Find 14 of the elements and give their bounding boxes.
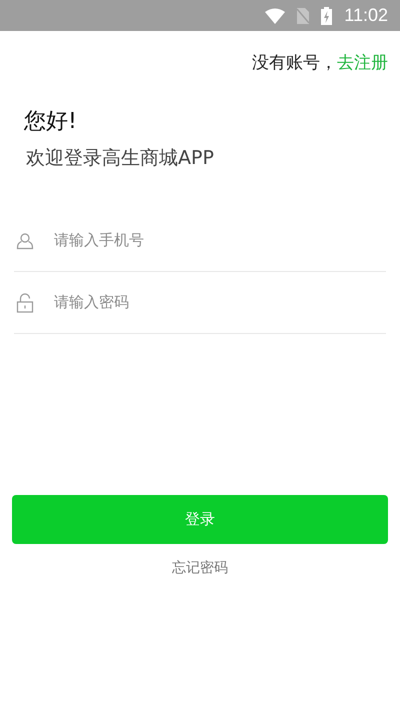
input-field[interactable]: 请输入手机号 xyxy=(54,229,386,252)
input-field[interactable]: 请输入密码 xyxy=(54,291,386,314)
greeting-title: 您好! xyxy=(24,108,78,136)
user-icon xyxy=(16,232,34,250)
battery-charging-icon xyxy=(321,6,332,24)
lock-icon xyxy=(16,292,34,312)
forgot-password-link[interactable]: 忘记密码 xyxy=(172,558,228,579)
status-time: 11:02 xyxy=(344,4,388,27)
no-sim-icon xyxy=(297,8,310,24)
login-button[interactable]: 登录 xyxy=(12,495,388,544)
wifi-icon xyxy=(265,8,286,24)
register-prompt: 没有账号， xyxy=(252,52,337,75)
greeting-subtitle: 欢迎登录高生商城APP xyxy=(25,146,215,170)
register-link[interactable]: 去注册 xyxy=(337,51,388,76)
